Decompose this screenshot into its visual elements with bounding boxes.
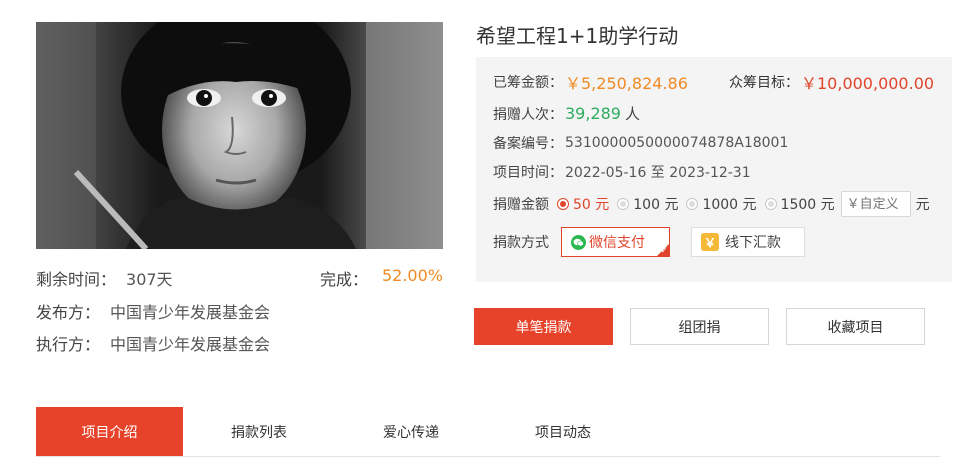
period-row: 项目时间： 2022-05-16 至 2023-12-31 bbox=[493, 162, 751, 182]
donors-label: 捐赠人次： bbox=[493, 106, 563, 123]
tab-project-intro[interactable]: 项目介绍 bbox=[36, 407, 183, 456]
amount-label: 捐赠金额 bbox=[493, 197, 549, 213]
goal-label: 众筹目标： bbox=[729, 75, 799, 91]
donors-row: 捐赠人次： 39,289 人 bbox=[493, 103, 640, 124]
project-tabs: 项目介绍 捐款列表 爱心传递 项目动态 bbox=[36, 407, 940, 457]
offline-transfer-button[interactable]: ￥ 线下汇款 bbox=[691, 227, 805, 257]
raised-row: 已筹金额： ￥5,250,824.86 bbox=[493, 70, 688, 94]
group-donation-button[interactable]: 组团捐 bbox=[630, 308, 769, 345]
completion: 完成： 52.00% bbox=[320, 266, 443, 290]
check-icon: ✓ bbox=[660, 246, 668, 256]
record-label: 备案编号： bbox=[493, 136, 563, 152]
favorite-project-button[interactable]: 收藏项目 bbox=[786, 308, 925, 345]
amount-option-100[interactable]: 100 元 bbox=[633, 194, 678, 214]
donors-count: 39,289 bbox=[565, 104, 621, 123]
record-number: 5310000050000074878A18001 bbox=[565, 135, 789, 151]
executor-label: 执行方： bbox=[36, 335, 101, 354]
record-row: 备案编号： 5310000050000074878A18001 bbox=[493, 133, 788, 153]
amount-radio-50[interactable] bbox=[557, 198, 569, 210]
goal-value: ￥10,000,000.00 bbox=[801, 74, 935, 93]
period-label: 项目时间： bbox=[493, 165, 563, 181]
raised-value: ￥5,250,824.86 bbox=[565, 74, 688, 93]
amount-option-1000[interactable]: 1000 元 bbox=[702, 194, 756, 214]
single-donation-button[interactable]: 单笔捐款 bbox=[474, 308, 613, 345]
project-photo bbox=[36, 22, 443, 249]
completion-value: 52.00% bbox=[381, 266, 443, 285]
payment-method-row: 捐款方式 微信支付 ✓ ￥ 线下汇款 bbox=[493, 227, 805, 257]
completion-label: 完成： bbox=[319, 270, 368, 289]
wechat-pay-label: 微信支付 bbox=[589, 235, 645, 251]
amount-radio-1500[interactable] bbox=[764, 198, 777, 210]
publisher-label: 发布方： bbox=[36, 303, 101, 322]
amount-row: 捐赠金额 50 元 100 元 1000 元 1500 元 元 bbox=[493, 191, 930, 217]
period-value: 2022-05-16 至 2023-12-31 bbox=[565, 165, 751, 181]
amount-option-50[interactable]: 50 元 bbox=[573, 194, 609, 214]
amount-option-1500[interactable]: 1500 元 bbox=[781, 194, 835, 214]
payment-method-label: 捐款方式 bbox=[493, 235, 549, 251]
custom-amount-unit: 元 bbox=[915, 197, 930, 213]
amount-radio-1000[interactable] bbox=[686, 198, 699, 210]
tab-project-updates[interactable]: 项目动态 bbox=[487, 407, 639, 456]
tab-donation-list[interactable]: 捐款列表 bbox=[183, 407, 335, 456]
raised-label: 已筹金额： bbox=[493, 75, 563, 91]
custom-amount-input[interactable] bbox=[840, 191, 911, 217]
project-title: 希望工程1+1助学行动 bbox=[476, 24, 679, 48]
executor-value: 中国青少年发展基金会 bbox=[110, 335, 271, 354]
donors-unit: 人 bbox=[624, 105, 640, 123]
publisher-value: 中国青少年发展基金会 bbox=[110, 303, 271, 322]
tab-love-relay[interactable]: 爱心传递 bbox=[335, 407, 487, 456]
wechat-pay-button[interactable]: 微信支付 ✓ bbox=[561, 227, 670, 257]
remaining-time-value: 307天 bbox=[126, 270, 173, 289]
remaining-time-label: 剩余时间： bbox=[36, 270, 117, 289]
goal-row: 众筹目标： ￥10,000,000.00 bbox=[729, 70, 934, 94]
publisher-row: 发布方： 中国青少年发展基金会 bbox=[36, 299, 270, 323]
remaining-row: 剩余时间： 307天 完成： 52.00% bbox=[36, 266, 443, 290]
wechat-icon bbox=[571, 234, 586, 250]
executor-row: 执行方： 中国青少年发展基金会 bbox=[36, 331, 270, 355]
amount-radio-100[interactable] bbox=[617, 198, 630, 210]
info-panel: 已筹金额： ￥5,250,824.86 众筹目标： ￥10,000,000.00… bbox=[476, 57, 952, 282]
yen-icon: ￥ bbox=[701, 233, 719, 251]
offline-transfer-label: 线下汇款 bbox=[725, 235, 781, 251]
